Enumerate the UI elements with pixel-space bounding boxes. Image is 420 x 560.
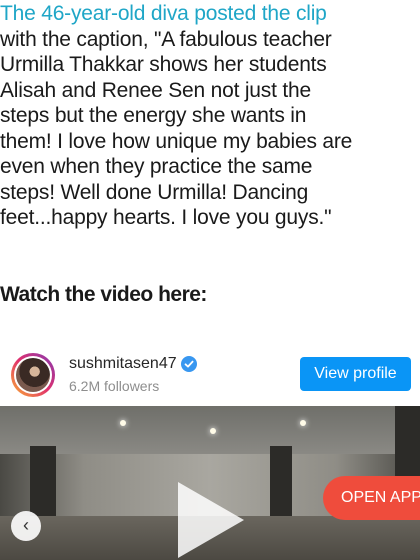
instagram-embed-header: sushmitasen47 6.2M followers View profil… [0,340,420,406]
verified-icon [181,356,197,372]
ceiling-light [210,428,216,434]
follower-count: 6.2M followers [69,378,160,394]
section-heading: Watch the video here: [0,283,207,306]
article-body: The 46-year-old diva posted the clip wit… [0,0,420,296]
view-profile-button[interactable]: View profile [300,357,411,391]
paragraph-line: Urmilla Thakkar shows her students [0,53,327,76]
article-paragraph: The 46-year-old diva posted the clip wit… [0,0,420,231]
video-player[interactable]: OPEN APP ‹ [0,406,420,560]
ceiling-light [300,420,306,426]
paragraph-line: steps but the energy she wants in [0,104,307,127]
username-link[interactable]: sushmitasen47 [69,355,177,373]
paragraph-line: them! I love how unique my babies are [0,129,353,153]
paragraph-line: steps! Well done Urmilla! Dancing [0,180,309,204]
avatar[interactable] [11,353,55,397]
open-app-button[interactable]: OPEN APP [323,476,420,520]
paragraph-line: with the caption, "A fabulous teacher [0,27,332,51]
chevron-left-icon[interactable]: ‹ [11,511,41,541]
ceiling-light [120,420,126,426]
highlighted-text: The 46-year-old diva posted the clip [0,2,327,25]
play-icon[interactable] [178,482,244,558]
paragraph-line: Alisah and Renee Sen not just the [0,78,311,102]
paragraph-line: feet...happy hearts. I love you guys." [0,206,332,229]
paragraph-line: even when they practice the same [0,155,313,178]
